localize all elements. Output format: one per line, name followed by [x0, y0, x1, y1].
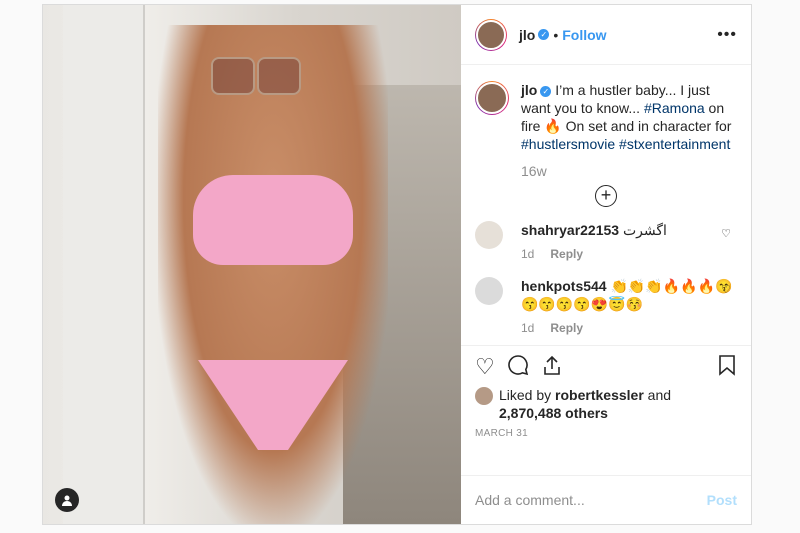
commenter-avatar[interactable]: [475, 277, 503, 305]
verified-icon: ✓: [540, 86, 552, 97]
caption-text: jlo ✓ I’m a hustler baby... I just want y…: [521, 82, 732, 152]
like-comment-heart-icon[interactable]: ♡: [721, 283, 731, 296]
likes-summary: Liked by robertkessler and 2,870,488 othe…: [475, 386, 737, 422]
comments-area: jlo ✓ I’m a hustler baby... I just want y…: [461, 65, 751, 345]
add-comment-bar: Add a comment... Post: [461, 475, 751, 524]
comment-icon[interactable]: [507, 354, 529, 382]
follow-button[interactable]: Follow: [562, 27, 606, 43]
share-icon[interactable]: [541, 354, 563, 382]
caption-timestamp[interactable]: 16w: [521, 163, 737, 179]
comment-item: shahryar22153 اگشرت 1d Reply ♡: [475, 221, 737, 263]
liker-avatar[interactable]: [475, 387, 493, 405]
more-options-button[interactable]: •••: [717, 26, 737, 44]
header-username[interactable]: jlo: [519, 27, 535, 43]
comment-username[interactable]: henkpots544: [521, 278, 607, 294]
comment-time[interactable]: 1d: [521, 321, 534, 335]
comment-time[interactable]: 1d: [521, 247, 534, 261]
caption-username[interactable]: jlo: [521, 82, 537, 98]
hashtag-link[interactable]: #stxentertainment: [619, 136, 730, 152]
plus-circle-icon[interactable]: +: [595, 185, 617, 207]
bookmark-icon[interactable]: [717, 354, 737, 382]
separator-dot: •: [553, 26, 559, 43]
hashtag-link[interactable]: #Ramona: [644, 100, 705, 116]
post-sidebar: jlo ✓ • Follow ••• jlo ✓ I’m a hustler ba…: [461, 5, 751, 524]
tagged-users-icon[interactable]: [55, 488, 79, 512]
post-photo[interactable]: [43, 5, 461, 524]
commenter-avatar[interactable]: [475, 221, 503, 249]
instagram-post: jlo ✓ • Follow ••• jlo ✓ I’m a hustler ba…: [42, 4, 752, 525]
verified-icon: ✓: [538, 29, 550, 40]
hashtag-link[interactable]: #hustlersmovie: [521, 136, 615, 152]
comment-username[interactable]: shahryar22153: [521, 222, 619, 238]
like-comment-heart-icon[interactable]: ♡: [721, 227, 731, 240]
post-header: jlo ✓ • Follow •••: [461, 5, 751, 65]
post-actions: ♡ Liked by robertkessler and 2,870,488 ot…: [461, 345, 751, 475]
likes-count[interactable]: 2,870,488 others: [499, 405, 608, 421]
post-date[interactable]: MARCH 31: [475, 428, 737, 439]
comment-input[interactable]: Add a comment...: [475, 492, 585, 508]
reply-button[interactable]: Reply: [550, 321, 583, 335]
comment-item: henkpots544 👏👏👏🔥🔥🔥😙 😙😙😙😙😍😇😚 1d Reply ♡: [475, 277, 737, 337]
caption-avatar[interactable]: [475, 81, 509, 115]
heart-icon[interactable]: ♡: [475, 354, 495, 382]
avatar[interactable]: [475, 18, 507, 51]
comment-text: اگشرت: [619, 222, 667, 238]
liker-username[interactable]: robertkessler: [555, 387, 644, 403]
reply-button[interactable]: Reply: [550, 247, 583, 261]
post-comment-button[interactable]: Post: [707, 492, 737, 508]
post-caption: jlo ✓ I’m a hustler baby... I just want y…: [475, 81, 737, 153]
load-more-comments[interactable]: +: [475, 185, 737, 207]
